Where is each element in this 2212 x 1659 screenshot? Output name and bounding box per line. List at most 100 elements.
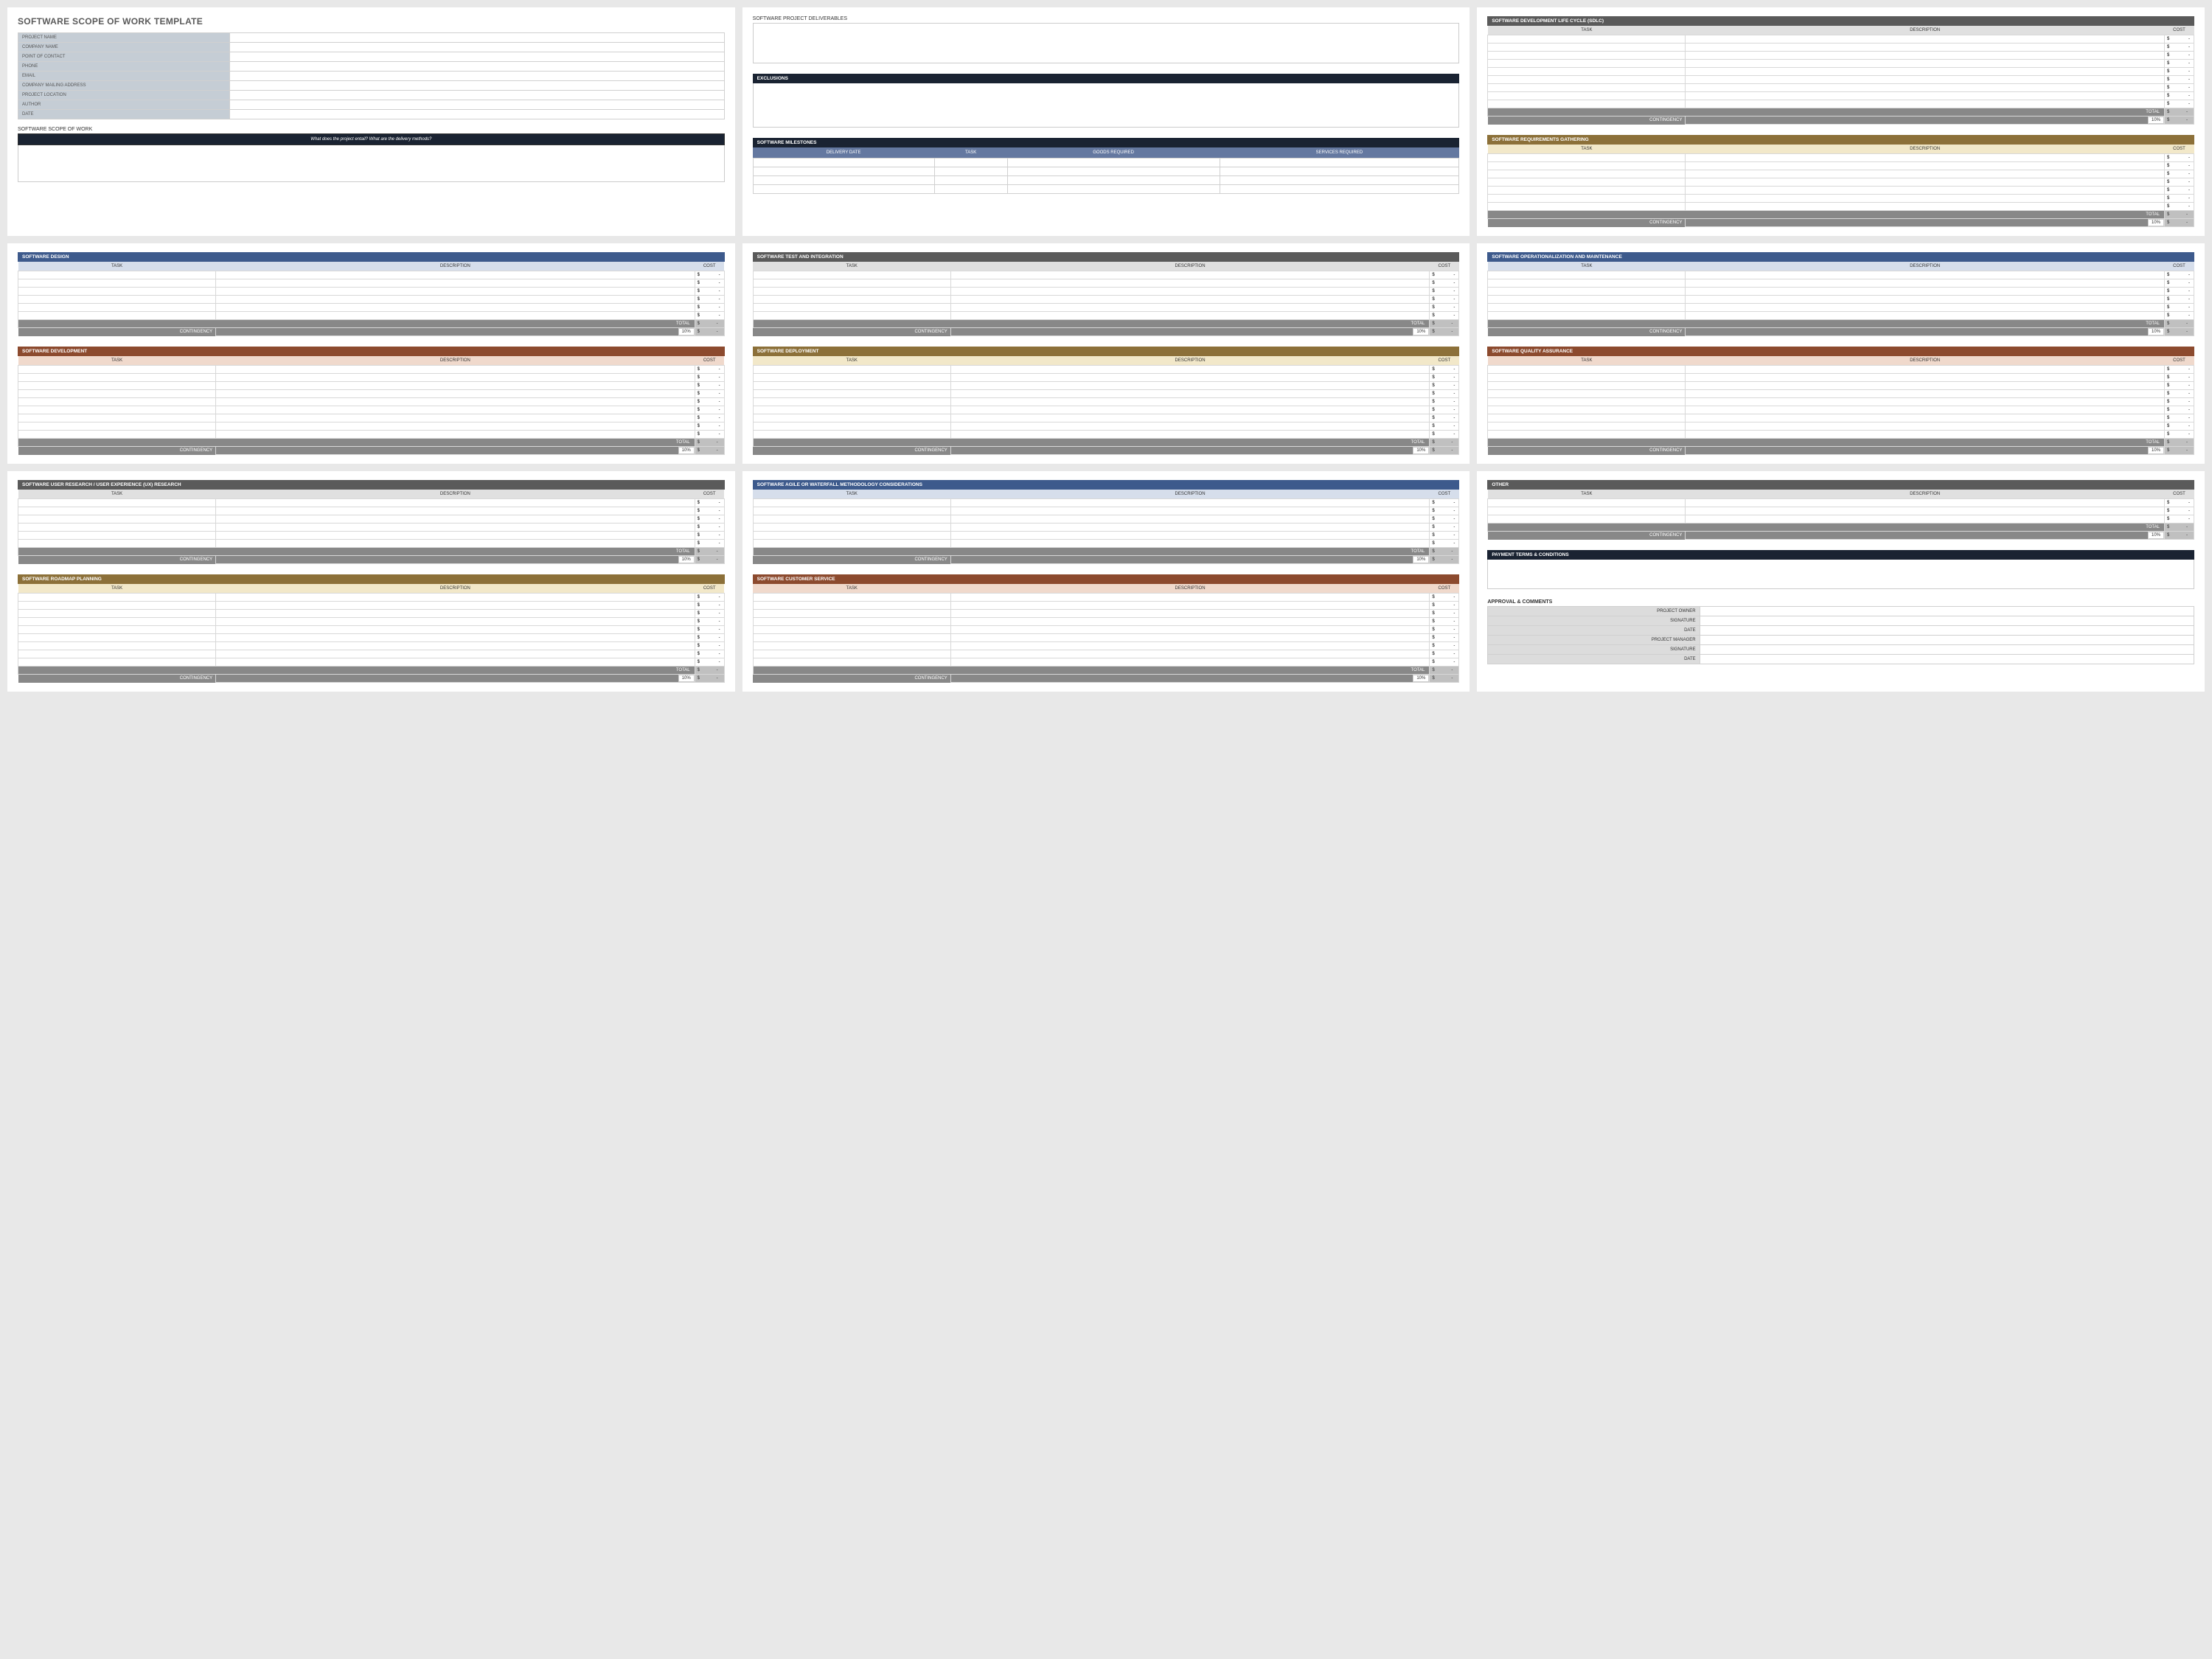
table-row[interactable]: $- <box>18 626 725 634</box>
table-row[interactable]: $- <box>753 532 1459 540</box>
table-row[interactable]: $- <box>18 390 725 398</box>
table-row[interactable]: $- <box>1488 52 2194 60</box>
table-row[interactable]: $- <box>18 658 725 667</box>
table-row[interactable]: $- <box>18 431 725 439</box>
table-row[interactable]: $- <box>753 507 1459 515</box>
table-row[interactable]: $- <box>753 312 1459 320</box>
table-row[interactable]: $- <box>753 658 1459 667</box>
table-row[interactable]: $- <box>18 618 725 626</box>
table-row[interactable]: $- <box>1488 195 2194 203</box>
table-row[interactable]: $- <box>1488 271 2194 279</box>
table-row[interactable]: $- <box>1488 100 2194 108</box>
scope-textarea[interactable] <box>18 145 725 182</box>
table-row[interactable]: $- <box>1488 288 2194 296</box>
table-row[interactable]: $- <box>753 374 1459 382</box>
milestone-table[interactable]: DELIVERY DATETASKGOODS REQUIREDSERVICES … <box>753 147 1460 194</box>
table-row[interactable]: $- <box>753 296 1459 304</box>
table-row[interactable]: $- <box>753 524 1459 532</box>
table-row[interactable]: $- <box>753 499 1459 507</box>
table-row[interactable]: $- <box>18 366 725 374</box>
meta-input[interactable] <box>230 72 724 81</box>
table-row[interactable]: $- <box>18 304 725 312</box>
table-row[interactable]: $- <box>18 499 725 507</box>
table-row[interactable]: $- <box>1488 507 2194 515</box>
table-row[interactable]: $- <box>1488 44 2194 52</box>
table-row[interactable]: $- <box>1488 60 2194 68</box>
table-row[interactable]: $- <box>1488 374 2194 382</box>
table-row[interactable]: $- <box>1488 406 2194 414</box>
table-row[interactable]: $- <box>753 650 1459 658</box>
table-row[interactable]: $- <box>753 279 1459 288</box>
table-row[interactable]: $- <box>18 642 725 650</box>
approval-input[interactable] <box>1700 636 2194 645</box>
table-row[interactable]: $- <box>753 626 1459 634</box>
milestone-row[interactable] <box>753 185 1459 194</box>
meta-input[interactable] <box>230 33 724 43</box>
table-row[interactable]: $- <box>1488 178 2194 187</box>
table-row[interactable]: $- <box>753 366 1459 374</box>
table-row[interactable]: $- <box>1488 296 2194 304</box>
meta-input[interactable] <box>230 91 724 100</box>
table-row[interactable]: $- <box>753 304 1459 312</box>
table-row[interactable]: $- <box>18 540 725 548</box>
meta-input[interactable] <box>230 100 724 110</box>
table-row[interactable]: $- <box>753 540 1459 548</box>
table-row[interactable]: $- <box>1488 35 2194 44</box>
table-row[interactable]: $- <box>753 271 1459 279</box>
approval-input[interactable] <box>1700 616 2194 626</box>
table-row[interactable]: $- <box>18 532 725 540</box>
table-row[interactable]: $- <box>1488 203 2194 211</box>
table-row[interactable]: $- <box>753 382 1459 390</box>
table-row[interactable]: $- <box>1488 92 2194 100</box>
table-row[interactable]: $- <box>1488 499 2194 507</box>
approval-input[interactable] <box>1700 626 2194 636</box>
milestone-row[interactable] <box>753 176 1459 185</box>
table-row[interactable]: $- <box>753 634 1459 642</box>
table-row[interactable]: $- <box>18 374 725 382</box>
table-row[interactable]: $- <box>753 406 1459 414</box>
table-row[interactable]: $- <box>18 515 725 524</box>
approval-input[interactable] <box>1700 645 2194 655</box>
table-row[interactable]: $- <box>753 618 1459 626</box>
table-row[interactable]: $- <box>1488 312 2194 320</box>
table-row[interactable]: $- <box>1488 304 2194 312</box>
table-row[interactable]: $- <box>753 288 1459 296</box>
exclusions-box[interactable] <box>753 83 1460 128</box>
table-row[interactable]: $- <box>18 288 725 296</box>
table-row[interactable]: $- <box>18 634 725 642</box>
table-row[interactable]: $- <box>18 650 725 658</box>
table-row[interactable]: $- <box>1488 390 2194 398</box>
table-row[interactable]: $- <box>1488 422 2194 431</box>
approval-input[interactable] <box>1700 607 2194 616</box>
table-row[interactable]: $- <box>1488 366 2194 374</box>
table-row[interactable]: $- <box>1488 76 2194 84</box>
table-row[interactable]: $- <box>1488 162 2194 170</box>
milestone-row[interactable] <box>753 159 1459 167</box>
milestone-row[interactable] <box>753 167 1459 176</box>
table-row[interactable]: $- <box>18 610 725 618</box>
table-row[interactable]: $- <box>18 382 725 390</box>
table-row[interactable]: $- <box>753 602 1459 610</box>
table-row[interactable]: $- <box>1488 515 2194 524</box>
table-row[interactable]: $- <box>753 642 1459 650</box>
table-row[interactable]: $- <box>1488 398 2194 406</box>
table-row[interactable]: $- <box>753 390 1459 398</box>
table-row[interactable]: $- <box>1488 170 2194 178</box>
table-row[interactable]: $- <box>753 422 1459 431</box>
table-row[interactable]: $- <box>1488 187 2194 195</box>
table-row[interactable]: $- <box>1488 279 2194 288</box>
approval-input[interactable] <box>1700 655 2194 664</box>
table-row[interactable]: $- <box>1488 431 2194 439</box>
table-row[interactable]: $- <box>753 515 1459 524</box>
table-row[interactable]: $- <box>18 312 725 320</box>
meta-input[interactable] <box>230 52 724 62</box>
meta-input[interactable] <box>230 110 724 119</box>
table-row[interactable]: $- <box>753 431 1459 439</box>
table-row[interactable]: $- <box>18 279 725 288</box>
table-row[interactable]: $- <box>753 414 1459 422</box>
table-row[interactable]: $- <box>1488 382 2194 390</box>
table-row[interactable]: $- <box>753 610 1459 618</box>
table-row[interactable]: $- <box>1488 414 2194 422</box>
deliverables-box[interactable] <box>753 23 1460 63</box>
table-row[interactable]: $- <box>18 524 725 532</box>
